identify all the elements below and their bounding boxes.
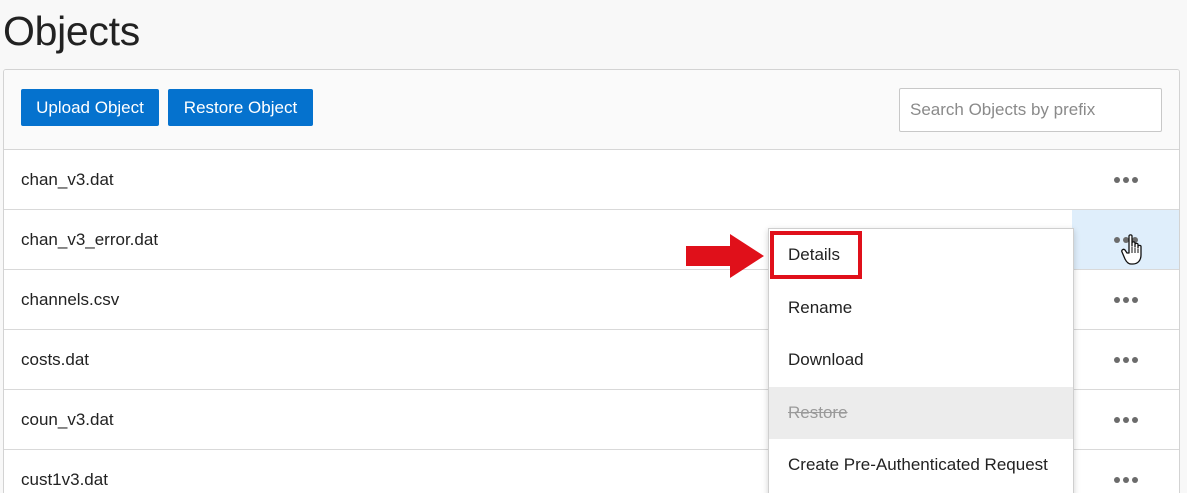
restore-object-button[interactable]: Restore Object <box>168 89 313 126</box>
page-title: Objects <box>3 8 140 54</box>
red-arrow-icon <box>686 234 764 278</box>
more-horizontal-icon <box>1113 356 1138 363</box>
objects-toolbar: Upload Object Restore Object <box>4 70 1179 150</box>
object-name[interactable]: costs.dat <box>21 330 89 389</box>
details-highlight-box <box>770 231 862 279</box>
object-name[interactable]: cust1v3.dat <box>21 450 108 493</box>
more-horizontal-icon <box>1113 416 1138 423</box>
more-horizontal-icon <box>1113 296 1138 303</box>
menu-item-download[interactable]: Download <box>769 334 1073 387</box>
object-name[interactable]: chan_v3_error.dat <box>21 210 158 269</box>
row-actions-button[interactable] <box>1072 270 1179 329</box>
list-item[interactable]: chan_v3.dat <box>4 150 1179 210</box>
object-name[interactable]: coun_v3.dat <box>21 390 114 449</box>
menu-item-restore: Restore <box>769 386 1073 439</box>
menu-item-create-par[interactable]: Create Pre-Authenticated Request <box>769 439 1073 492</box>
more-horizontal-icon <box>1113 476 1138 483</box>
more-horizontal-icon <box>1113 176 1138 183</box>
row-actions-button[interactable] <box>1072 330 1179 389</box>
object-name[interactable]: chan_v3.dat <box>21 150 114 209</box>
row-actions-button[interactable] <box>1072 450 1179 493</box>
search-objects-input[interactable] <box>899 88 1162 132</box>
row-actions-button[interactable] <box>1072 150 1179 209</box>
menu-item-rename[interactable]: Rename <box>769 282 1073 335</box>
object-name[interactable]: channels.csv <box>21 270 119 329</box>
hand-cursor-icon <box>1121 234 1142 265</box>
upload-object-button[interactable]: Upload Object <box>21 89 159 126</box>
row-actions-button[interactable] <box>1072 390 1179 449</box>
